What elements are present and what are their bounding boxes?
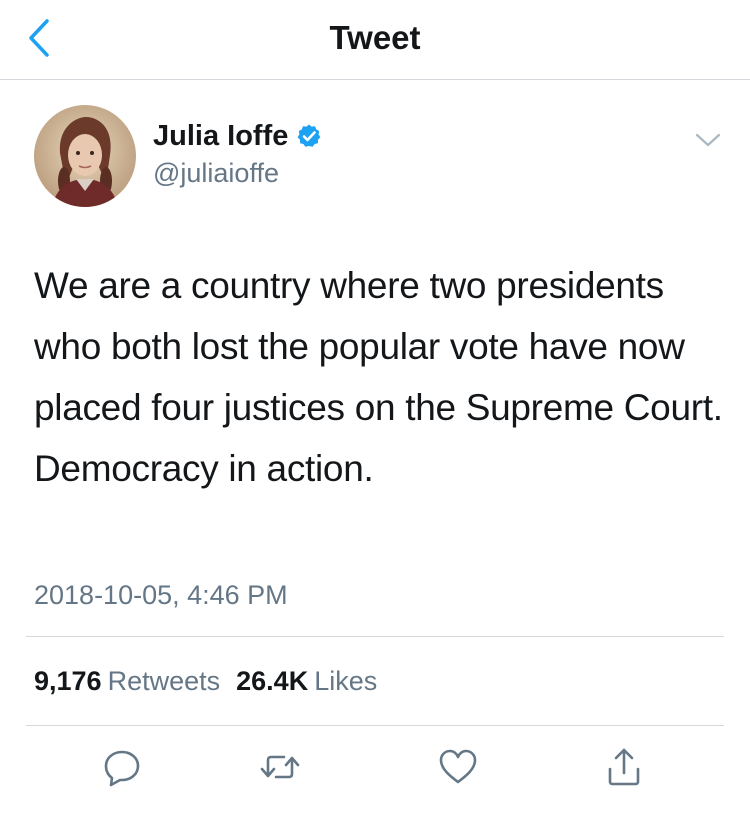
retweet-icon bbox=[260, 755, 300, 779]
retweet-button[interactable] bbox=[258, 745, 302, 789]
likes-label: Likes bbox=[314, 666, 378, 696]
avatar-image bbox=[34, 105, 136, 207]
nav-bar: Tweet bbox=[0, 0, 750, 80]
reply-icon bbox=[104, 750, 140, 787]
tweet-text: We are a country where two presidents wh… bbox=[34, 265, 723, 489]
divider bbox=[26, 636, 724, 637]
avatar[interactable] bbox=[34, 105, 136, 207]
divider bbox=[26, 725, 724, 726]
verified-badge-icon bbox=[297, 124, 321, 147]
retweets-label: Retweets bbox=[107, 666, 221, 696]
retweets-stat[interactable]: 9,176 Retweets bbox=[34, 664, 220, 698]
share-button[interactable] bbox=[602, 745, 646, 789]
chevron-down-icon bbox=[695, 133, 721, 147]
author-name-row[interactable]: Julia Ioffe bbox=[153, 117, 322, 155]
retweets-count: 9,176 bbox=[34, 666, 102, 696]
author-name: Julia Ioffe bbox=[153, 120, 289, 152]
tweet-timestamp[interactable]: 2018-10-05, 4:46 PM bbox=[34, 578, 288, 612]
heart-icon bbox=[439, 749, 477, 784]
reply-button[interactable] bbox=[100, 745, 144, 789]
like-button[interactable] bbox=[436, 745, 480, 789]
page-title: Tweet bbox=[329, 19, 421, 56]
tweet-options-button[interactable] bbox=[694, 130, 722, 150]
likes-count: 26.4K bbox=[236, 666, 309, 696]
author-handle[interactable]: @juliaioffe bbox=[153, 156, 279, 190]
tweet-stats: 9,176 Retweets 26.4K Likes bbox=[34, 664, 377, 698]
likes-stat[interactable]: 26.4K Likes bbox=[236, 664, 377, 698]
share-icon bbox=[608, 748, 640, 786]
